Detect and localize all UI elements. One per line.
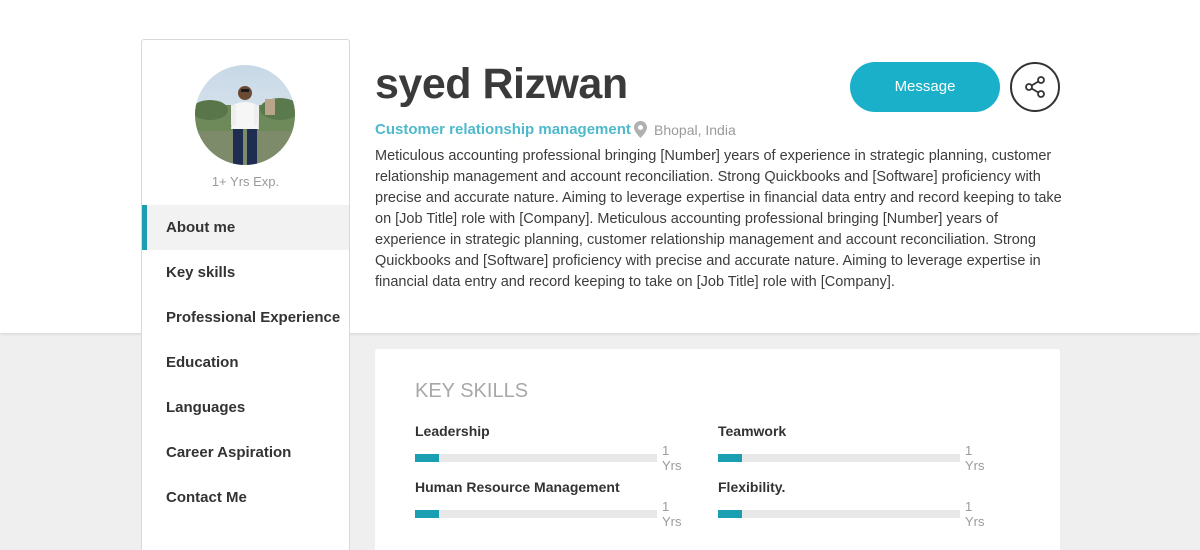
- profile-sidebar: 1+ Yrs Exp. About me Key skills Profession…: [141, 39, 350, 550]
- location: Bhopal, India: [634, 121, 736, 138]
- profile-role[interactable]: Customer relationship management: [375, 121, 631, 138]
- skill-level-row: 1 Yrs: [415, 499, 692, 529]
- experience-label: 1+ Yrs Exp.: [211, 174, 280, 189]
- skill-item: Flexibility. 1 Yrs: [718, 479, 995, 529]
- skill-level-row: 1 Yrs: [718, 443, 995, 473]
- skill-level-fill: [415, 454, 440, 462]
- skill-years: 1 Yrs: [662, 499, 682, 529]
- skill-level-bar: [415, 454, 658, 462]
- key-skills-title: KEY SKILLS: [415, 380, 529, 402]
- share-icon: [1025, 76, 1045, 98]
- skill-name: Teamwork: [718, 423, 787, 439]
- skill-years: 1 Yrs: [965, 499, 985, 529]
- skill-name: Leadership: [415, 423, 490, 439]
- skill-name: Human Resource Management: [415, 479, 620, 495]
- skill-years: 1 Yrs: [965, 443, 985, 473]
- sidebar-item-contact-me[interactable]: Contact Me: [142, 475, 349, 520]
- sidebar-item-education[interactable]: Education: [142, 340, 349, 385]
- sidebar-item-career-aspiration[interactable]: Career Aspiration: [142, 430, 349, 475]
- location-text: Bhopal, India: [654, 121, 736, 138]
- sidebar-item-languages[interactable]: Languages: [142, 385, 349, 430]
- key-skills-card: KEY SKILLS Leadership 1 Yrs Teamwork 1 Yrs H…: [375, 349, 1060, 550]
- skill-level-bar: [718, 454, 961, 462]
- message-button[interactable]: Message: [850, 62, 1000, 112]
- skill-level-row: 1 Yrs: [415, 443, 692, 473]
- skill-years: 1 Yrs: [662, 443, 682, 473]
- skill-level-fill: [718, 510, 743, 518]
- profile-name: syed Rizwan: [375, 60, 628, 108]
- sidebar-item-professional-experience[interactable]: Professional Experience: [142, 295, 349, 340]
- skill-level-row: 1 Yrs: [718, 499, 995, 529]
- profile-bio: Meticulous accounting professional bring…: [375, 148, 1062, 290]
- skill-level-bar: [718, 510, 961, 518]
- avatar-photo: [195, 65, 295, 165]
- skill-level-fill: [415, 510, 440, 518]
- skill-item: Leadership 1 Yrs: [415, 423, 692, 473]
- sidebar-item-key-skills[interactable]: Key skills: [142, 250, 349, 295]
- skill-level-bar: [415, 510, 658, 518]
- share-button[interactable]: [1010, 62, 1060, 112]
- skill-name: Flexibility.: [718, 479, 786, 495]
- sidebar-nav: About me Key skills Professional Experienc…: [142, 205, 349, 520]
- skill-item: Human Resource Management 1 Yrs: [415, 479, 692, 529]
- skill-item: Teamwork 1 Yrs: [718, 423, 995, 473]
- location-pin-icon: [634, 121, 647, 138]
- skill-level-fill: [718, 454, 743, 462]
- sidebar-item-about-me[interactable]: About me: [142, 205, 349, 250]
- avatar: [195, 65, 295, 165]
